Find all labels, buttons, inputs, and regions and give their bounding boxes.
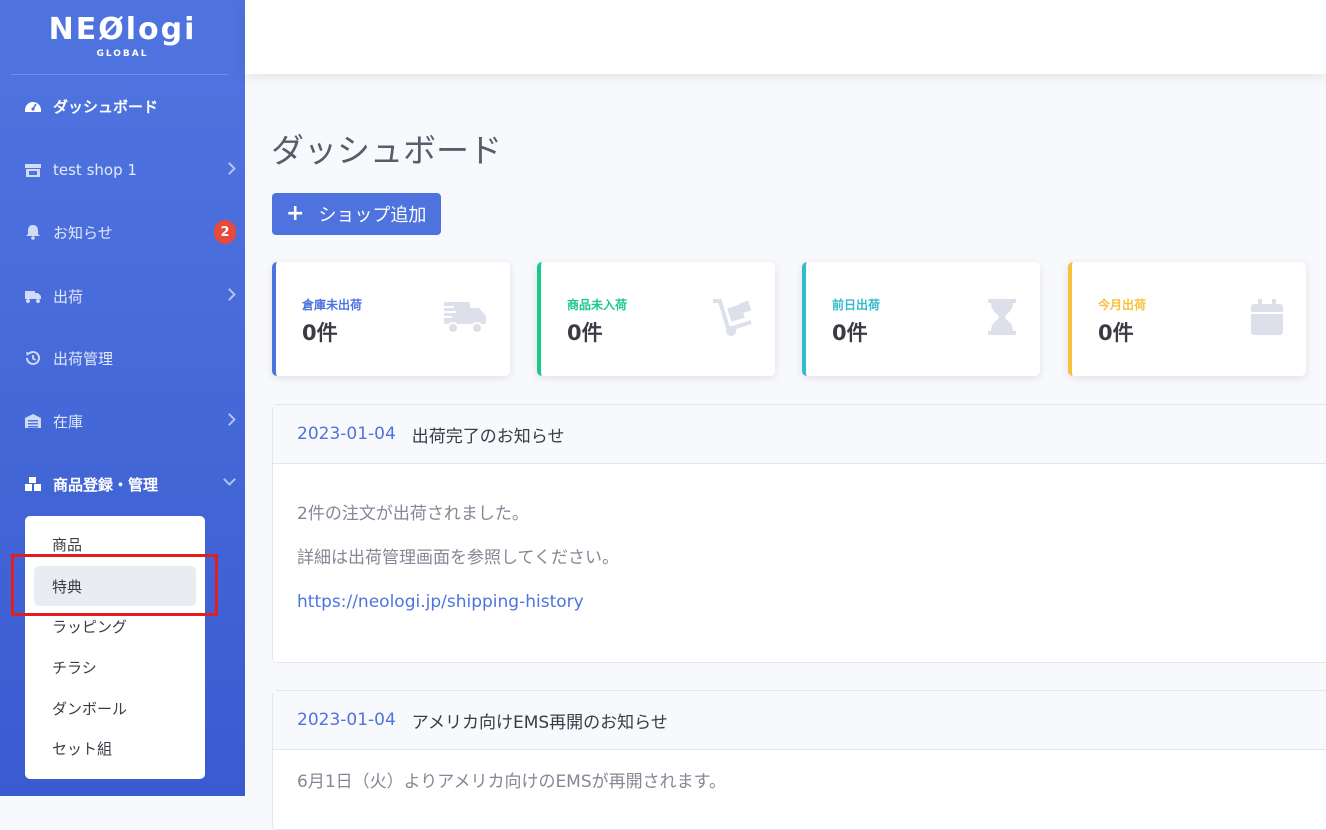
submenu-item-sets[interactable]: セット組 bbox=[34, 728, 196, 768]
chevron-down-icon bbox=[223, 473, 236, 486]
submenu-item-cardboard[interactable]: ダンボール bbox=[34, 688, 196, 728]
card-label: 商品未入荷 bbox=[567, 298, 628, 312]
card-value: 0件 bbox=[302, 321, 338, 345]
history-icon bbox=[24, 350, 44, 366]
sidebar-item-shipping-management[interactable]: 出荷管理 bbox=[0, 338, 245, 378]
card-label: 今月出荷 bbox=[1098, 298, 1147, 312]
sidebar-item-inventory[interactable]: 在庫 bbox=[0, 401, 245, 441]
stat-card-unshipped: 倉庫未出荷 0件 bbox=[272, 262, 510, 376]
chevron-right-icon bbox=[223, 162, 236, 175]
sidebar-item-label: ダッシュボード bbox=[53, 97, 159, 116]
stat-card-not-received: 商品未入荷 0件 bbox=[537, 262, 775, 376]
sidebar-item-shipping[interactable]: 出荷 bbox=[0, 276, 245, 316]
notice-link[interactable]: https://neologi.jp/shipping-history bbox=[297, 592, 584, 612]
sidebar-item-product-management[interactable]: 商品登録・管理 bbox=[0, 464, 245, 504]
card-label: 前日出荷 bbox=[832, 298, 881, 312]
stat-card-yesterday-shipped: 前日出荷 0件 bbox=[802, 262, 1040, 376]
card-label: 倉庫未出荷 bbox=[302, 298, 363, 312]
sidebar-item-label: 在庫 bbox=[53, 412, 84, 431]
chevron-right-icon bbox=[223, 413, 236, 426]
stat-card-month-shipped: 今月出荷 0件 bbox=[1068, 262, 1306, 376]
hourglass-icon bbox=[986, 298, 1018, 340]
notice-body: 2件の注文が出荷されました。 詳細は出荷管理画面を参照してください。 https… bbox=[273, 464, 1326, 612]
brand-name: NEØlogi bbox=[48, 12, 197, 47]
notice-text: 6月1日（火）よりアメリカ向けのEMSが再開されます。 bbox=[297, 772, 726, 792]
notice-title: 出荷完了のお知らせ bbox=[411, 426, 565, 447]
dolly-icon bbox=[711, 298, 753, 342]
annotation-highlight-box bbox=[11, 554, 218, 616]
sidebar-item-notifications[interactable]: お知らせ 2 bbox=[0, 212, 245, 252]
truck-icon bbox=[24, 288, 44, 304]
brand-sub: GLOBAL bbox=[96, 49, 149, 59]
bell-icon bbox=[24, 224, 44, 240]
page-title: ダッシュボード bbox=[271, 131, 502, 170]
calendar-icon bbox=[1250, 298, 1284, 340]
notice-date: 2023-01-04 bbox=[297, 424, 396, 444]
add-shop-button[interactable]: + ショップ追加 bbox=[272, 193, 441, 235]
plus-icon: + bbox=[286, 201, 305, 226]
sidebar-divider bbox=[11, 74, 228, 75]
notice-header: 2023-01-04 出荷完了のお知らせ bbox=[273, 405, 1326, 464]
card-value: 0件 bbox=[832, 321, 868, 345]
notice-card: 2023-01-04 アメリカ向けEMS再開のお知らせ 6月1日（火）よりアメリ… bbox=[272, 690, 1326, 830]
card-value: 0件 bbox=[1098, 321, 1134, 345]
warehouse-icon bbox=[24, 413, 44, 429]
dashboard-icon bbox=[24, 98, 44, 114]
sidebar-item-label: 出荷管理 bbox=[53, 349, 114, 368]
truck-icon bbox=[442, 298, 488, 340]
boxes-icon bbox=[24, 476, 44, 492]
submenu-item-flyers[interactable]: チラシ bbox=[34, 647, 196, 687]
notice-date: 2023-01-04 bbox=[297, 710, 396, 730]
notification-badge: 2 bbox=[214, 220, 236, 244]
sidebar-item-shop[interactable]: test shop 1 bbox=[0, 150, 245, 190]
brand-logo[interactable]: NEØlogi GLOBAL bbox=[0, 0, 245, 74]
card-value: 0件 bbox=[567, 321, 603, 345]
chevron-right-icon bbox=[223, 288, 236, 301]
sidebar-item-dashboard[interactable]: ダッシュボード bbox=[0, 86, 245, 126]
add-shop-label: ショップ追加 bbox=[318, 205, 427, 226]
notice-title: アメリカ向けEMS再開のお知らせ bbox=[411, 712, 668, 733]
sidebar-item-label: お知らせ bbox=[53, 223, 113, 242]
notice-card: 2023-01-04 出荷完了のお知らせ 2件の注文が出荷されました。 詳細は出… bbox=[272, 404, 1326, 663]
notice-text: 2件の注文が出荷されました。 bbox=[297, 504, 529, 524]
sidebar: NEØlogi GLOBAL ダッシュボード test shop 1 お知らせ … bbox=[0, 0, 245, 796]
notice-text: 詳細は出荷管理画面を参照してください。 bbox=[297, 548, 619, 568]
notice-header: 2023-01-04 アメリカ向けEMS再開のお知らせ bbox=[273, 691, 1326, 750]
topbar bbox=[245, 0, 1326, 74]
sidebar-item-label: 商品登録・管理 bbox=[53, 475, 159, 494]
notice-body: 6月1日（火）よりアメリカ向けのEMSが再開されます。 bbox=[273, 750, 1326, 792]
sidebar-item-label: test shop 1 bbox=[53, 161, 137, 179]
sidebar-item-label: 出荷 bbox=[53, 287, 84, 306]
store-icon bbox=[24, 162, 44, 178]
